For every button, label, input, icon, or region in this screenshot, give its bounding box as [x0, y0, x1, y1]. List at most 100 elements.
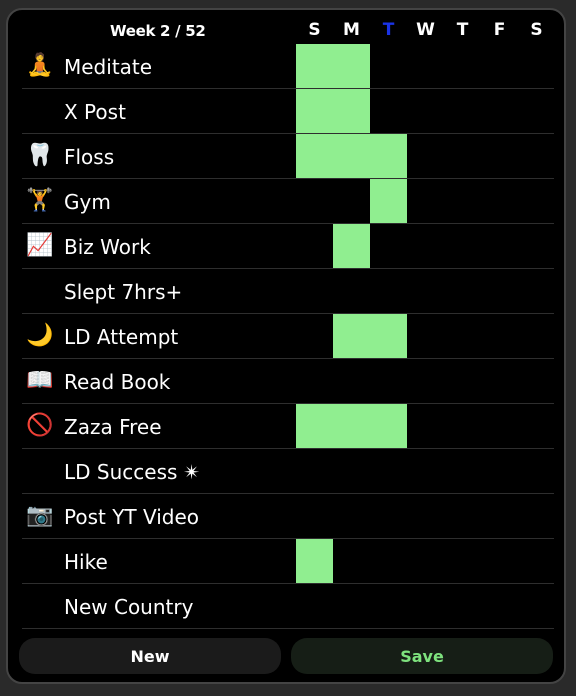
day-cell-1[interactable]: [333, 224, 370, 268]
day-cell-5[interactable]: [481, 134, 518, 178]
day-cell-0[interactable]: [296, 314, 333, 358]
habit-label[interactable]: Meditate: [64, 55, 152, 79]
day-cell-1[interactable]: [333, 44, 370, 88]
day-cell-2[interactable]: [370, 494, 407, 538]
day-cell-3[interactable]: [407, 224, 444, 268]
habit-label[interactable]: Floss: [64, 145, 114, 169]
day-cell-3[interactable]: [407, 134, 444, 178]
day-cell-0[interactable]: [296, 179, 333, 223]
day-cell-2[interactable]: [370, 404, 407, 448]
day-cell-2[interactable]: [370, 44, 407, 88]
day-cell-0[interactable]: [296, 224, 333, 268]
day-cell-0[interactable]: [296, 359, 333, 403]
day-cell-5[interactable]: [481, 494, 518, 538]
day-cell-2[interactable]: [370, 314, 407, 358]
day-cell-4[interactable]: [444, 314, 481, 358]
day-cell-4[interactable]: [444, 44, 481, 88]
day-cell-6[interactable]: [518, 134, 555, 178]
day-cell-1[interactable]: [333, 269, 370, 313]
day-cell-1[interactable]: [333, 179, 370, 223]
save-button[interactable]: Save: [291, 638, 553, 674]
day-cell-0[interactable]: [296, 449, 333, 493]
day-cell-2[interactable]: [370, 269, 407, 313]
day-cell-0[interactable]: [296, 89, 333, 133]
habit-label[interactable]: LD Success ✴: [64, 460, 200, 484]
day-cell-3[interactable]: [407, 89, 444, 133]
day-cell-5[interactable]: [481, 224, 518, 268]
day-cell-1[interactable]: [333, 449, 370, 493]
day-cell-1[interactable]: [333, 89, 370, 133]
day-cell-4[interactable]: [444, 134, 481, 178]
day-cell-3[interactable]: [407, 449, 444, 493]
day-cell-4[interactable]: [444, 179, 481, 223]
day-cell-0[interactable]: [296, 269, 333, 313]
day-cell-2[interactable]: [370, 224, 407, 268]
day-cell-3[interactable]: [407, 179, 444, 223]
day-cell-0[interactable]: [296, 494, 333, 538]
habit-label[interactable]: Post YT Video: [64, 505, 199, 529]
day-cell-6[interactable]: [518, 89, 555, 133]
day-cell-1[interactable]: [333, 539, 370, 583]
day-cell-4[interactable]: [444, 449, 481, 493]
day-cell-5[interactable]: [481, 584, 518, 628]
day-cell-4[interactable]: [444, 224, 481, 268]
habit-label[interactable]: X Post: [64, 100, 126, 124]
day-cell-0[interactable]: [296, 44, 333, 88]
day-cell-6[interactable]: [518, 494, 555, 538]
day-cell-4[interactable]: [444, 584, 481, 628]
day-cell-2[interactable]: [370, 179, 407, 223]
habit-label[interactable]: Read Book: [64, 370, 170, 394]
day-cell-6[interactable]: [518, 404, 555, 448]
day-cell-6[interactable]: [518, 224, 555, 268]
habit-label[interactable]: Gym: [64, 190, 111, 214]
day-cell-0[interactable]: [296, 539, 333, 583]
day-cell-3[interactable]: [407, 404, 444, 448]
day-cell-1[interactable]: [333, 584, 370, 628]
day-cell-6[interactable]: [518, 449, 555, 493]
day-cell-6[interactable]: [518, 359, 555, 403]
day-cell-6[interactable]: [518, 314, 555, 358]
habit-label[interactable]: New Country: [64, 595, 193, 619]
day-cell-5[interactable]: [481, 404, 518, 448]
habit-label[interactable]: Zaza Free: [64, 415, 162, 439]
day-cell-5[interactable]: [481, 449, 518, 493]
day-cell-0[interactable]: [296, 134, 333, 178]
day-cell-2[interactable]: [370, 134, 407, 178]
day-cell-5[interactable]: [481, 539, 518, 583]
day-cell-6[interactable]: [518, 584, 555, 628]
day-cell-6[interactable]: [518, 44, 555, 88]
day-cell-4[interactable]: [444, 269, 481, 313]
day-cell-2[interactable]: [370, 449, 407, 493]
habit-label[interactable]: Biz Work: [64, 235, 151, 259]
day-cell-1[interactable]: [333, 359, 370, 403]
day-cell-4[interactable]: [444, 89, 481, 133]
day-cell-4[interactable]: [444, 539, 481, 583]
day-cell-1[interactable]: [333, 494, 370, 538]
habit-label[interactable]: LD Attempt: [64, 325, 178, 349]
day-cell-2[interactable]: [370, 89, 407, 133]
day-cell-3[interactable]: [407, 314, 444, 358]
day-cell-5[interactable]: [481, 269, 518, 313]
day-cell-4[interactable]: [444, 359, 481, 403]
day-cell-6[interactable]: [518, 179, 555, 223]
day-cell-1[interactable]: [333, 314, 370, 358]
day-cell-3[interactable]: [407, 269, 444, 313]
day-cell-2[interactable]: [370, 539, 407, 583]
day-cell-5[interactable]: [481, 179, 518, 223]
day-cell-5[interactable]: [481, 44, 518, 88]
day-cell-3[interactable]: [407, 539, 444, 583]
day-cell-0[interactable]: [296, 404, 333, 448]
day-cell-2[interactable]: [370, 359, 407, 403]
habit-label[interactable]: Slept 7hrs+: [64, 280, 182, 304]
day-cell-6[interactable]: [518, 269, 555, 313]
day-cell-3[interactable]: [407, 359, 444, 403]
day-cell-4[interactable]: [444, 404, 481, 448]
day-cell-1[interactable]: [333, 404, 370, 448]
habit-label[interactable]: Hike: [64, 550, 108, 574]
day-cell-5[interactable]: [481, 89, 518, 133]
day-cell-1[interactable]: [333, 134, 370, 178]
day-cell-5[interactable]: [481, 314, 518, 358]
day-cell-3[interactable]: [407, 44, 444, 88]
new-button[interactable]: New: [19, 638, 281, 674]
day-cell-3[interactable]: [407, 494, 444, 538]
